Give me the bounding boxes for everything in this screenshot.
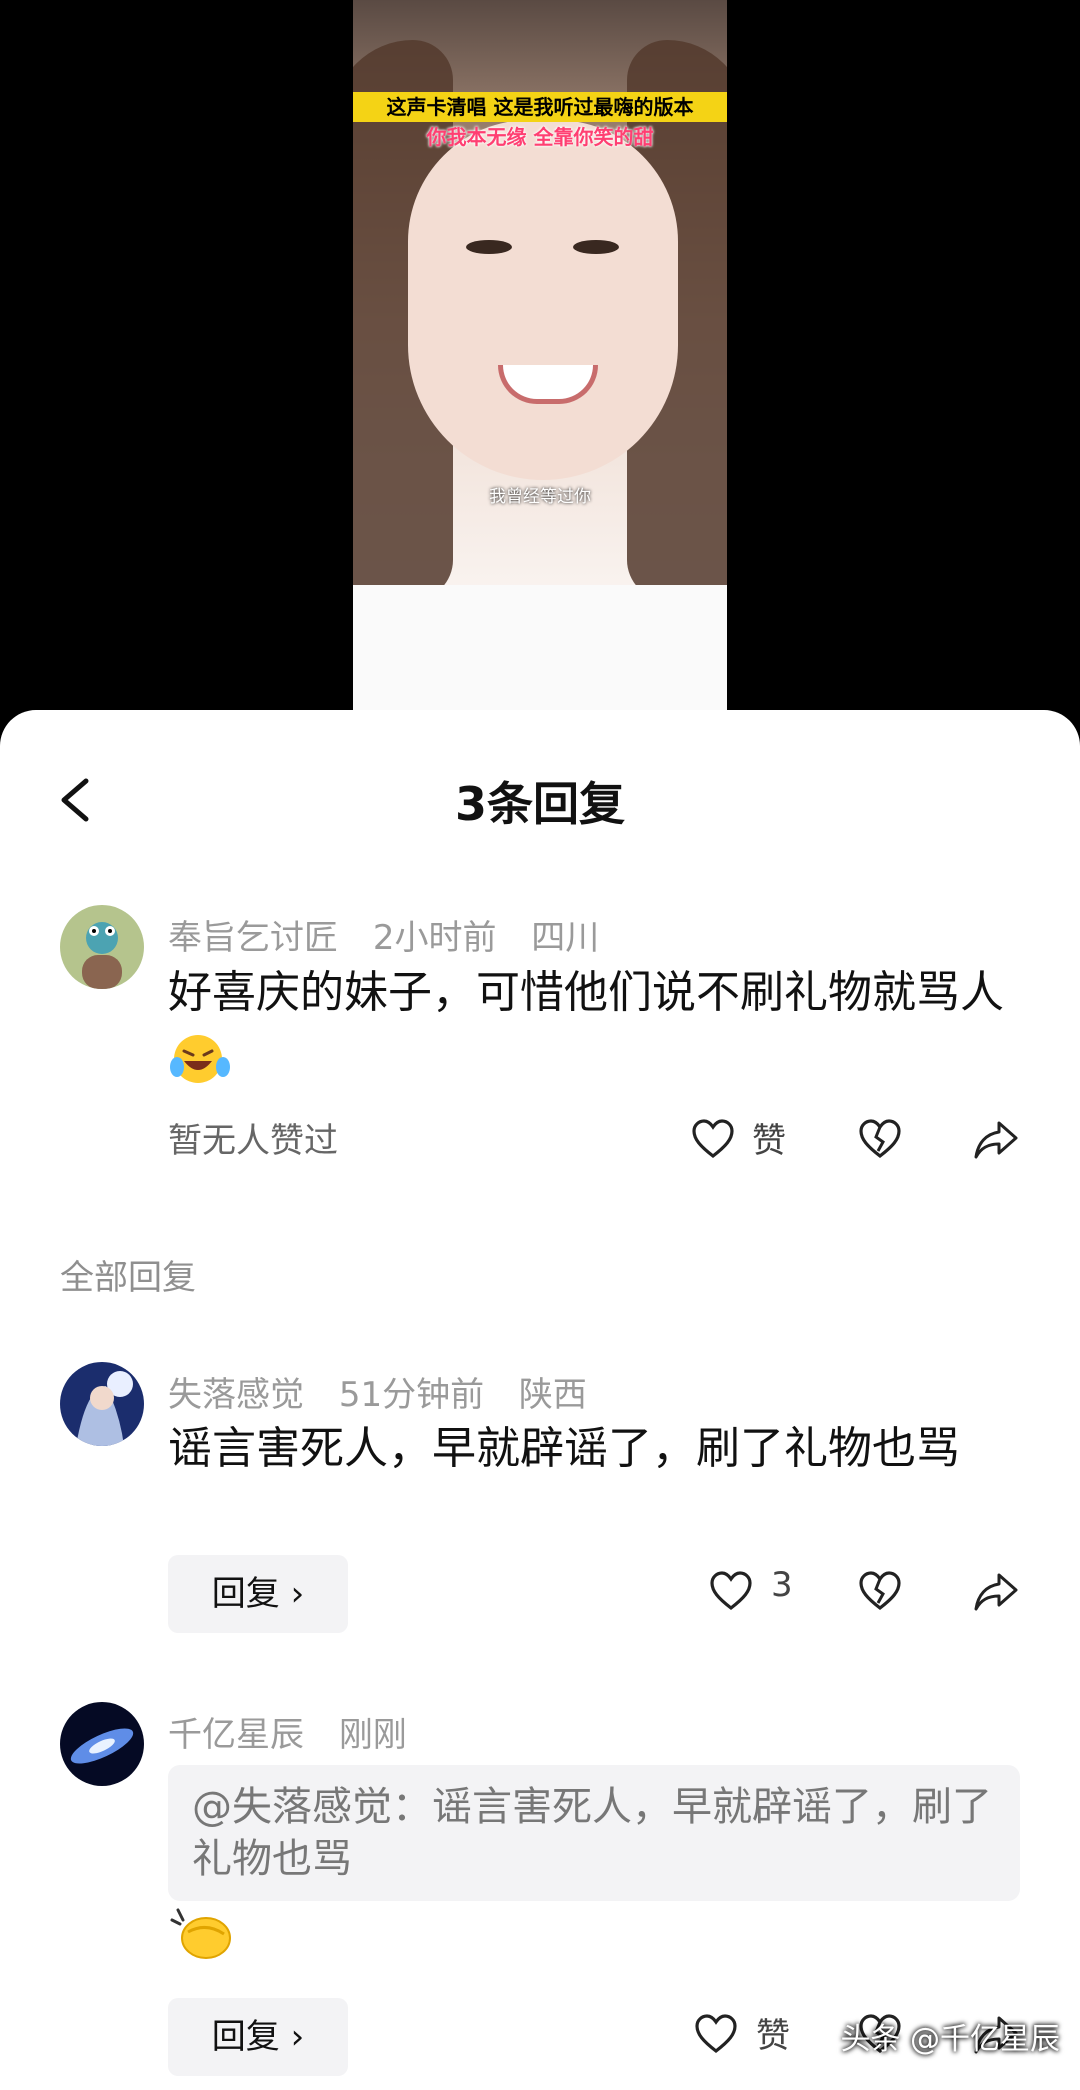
- right-eye: [573, 240, 619, 254]
- location: 四川: [531, 918, 600, 958]
- username[interactable]: 奉旨乞讨匠: [168, 918, 338, 958]
- watermark: 头条 @千亿星辰: [840, 2022, 1060, 2057]
- all-replies-label: 全部回复: [60, 1258, 196, 1298]
- video-player[interactable]: 这声卡清唱 这是我听过最嗨的版本 你我本无缘 全靠你笑的甜 我曾经等过你: [0, 0, 1080, 730]
- quoted-comment: @失落感觉：谣言害死人，早就辟谣了，刷了礼物也骂: [168, 1765, 1020, 1901]
- comment-meta: 千亿星辰 刚刚: [168, 1707, 431, 1756]
- like-status: 暂无人赞过: [168, 1121, 338, 1161]
- like-count: 3: [771, 1565, 793, 1605]
- share-icon: [974, 1121, 1018, 1159]
- comment-text: 谣言害死人，早就辟谣了，刷了礼物也骂: [168, 1423, 960, 1474]
- reply-button[interactable]: 回复 ›: [168, 1998, 348, 2076]
- reply-button[interactable]: 回复 ›: [168, 1555, 348, 1633]
- shirt: [353, 585, 727, 710]
- video-lyric: 我曾经等过你: [489, 487, 591, 507]
- avatar-image: [60, 905, 144, 989]
- comment-meta: 失落感觉 51分钟前 陕西: [168, 1367, 611, 1416]
- dislike-button[interactable]: [857, 1569, 903, 1615]
- username[interactable]: 千亿星辰: [168, 1715, 304, 1755]
- like-button[interactable]: [690, 1117, 736, 1163]
- like-label[interactable]: 赞: [752, 1113, 786, 1162]
- sheet-header: 3条回复: [0, 710, 1080, 880]
- comment-text-content: 好喜庆的妹子，可惜他们说不刷礼物就骂人: [168, 967, 1004, 1018]
- like-button[interactable]: [708, 1569, 754, 1615]
- timestamp: 2小时前: [372, 918, 497, 958]
- dislike-button[interactable]: [857, 1117, 903, 1163]
- laugh-cry-emoji: [170, 1035, 230, 1083]
- video-frame: 这声卡清唱 这是我听过最嗨的版本 你我本无缘 全靠你笑的甜 我曾经等过你: [353, 0, 727, 710]
- left-eye: [466, 240, 512, 254]
- share-icon: [974, 1573, 1018, 1611]
- avatar[interactable]: [60, 1362, 144, 1446]
- heart-icon: [695, 2014, 737, 2054]
- video-overlay-title: 这声卡清唱 这是我听过最嗨的版本: [353, 92, 727, 122]
- avatar-image: [60, 1362, 144, 1446]
- broken-heart-icon: [859, 1119, 901, 1159]
- clap-emoji: [170, 1908, 231, 1959]
- avatar-image: [60, 1702, 144, 1786]
- page-title: 3条回复: [454, 777, 625, 831]
- comment-text: 好喜庆的妹子，可惜他们说不刷礼物就骂人: [168, 962, 1008, 1086]
- broken-heart-icon: [859, 1571, 901, 1611]
- like-button[interactable]: [693, 2012, 739, 2058]
- share-button[interactable]: [973, 1117, 1019, 1163]
- face-illustration: [408, 120, 678, 480]
- avatar[interactable]: [60, 905, 144, 989]
- like-label[interactable]: 赞: [756, 2008, 790, 2057]
- location: 陕西: [518, 1375, 587, 1415]
- replies-sheet: 3条回复 奉旨乞讨匠 2小时前 四川 好喜庆的妹子，可惜他们说不刷礼物就骂人 暂…: [0, 710, 1080, 2090]
- comment-meta: 奉旨乞讨匠 2小时前 四川: [168, 910, 623, 959]
- video-overlay-subtitle: 你我本无缘 全靠你笑的甜: [426, 125, 654, 149]
- timestamp: 51分钟前: [338, 1375, 485, 1415]
- heart-icon: [710, 1571, 752, 1611]
- share-button[interactable]: [973, 1569, 1019, 1615]
- username[interactable]: 失落感觉: [168, 1375, 304, 1415]
- timestamp: 刚刚: [338, 1715, 407, 1755]
- avatar[interactable]: [60, 1702, 144, 1786]
- heart-icon: [692, 1119, 734, 1159]
- smile: [498, 365, 598, 404]
